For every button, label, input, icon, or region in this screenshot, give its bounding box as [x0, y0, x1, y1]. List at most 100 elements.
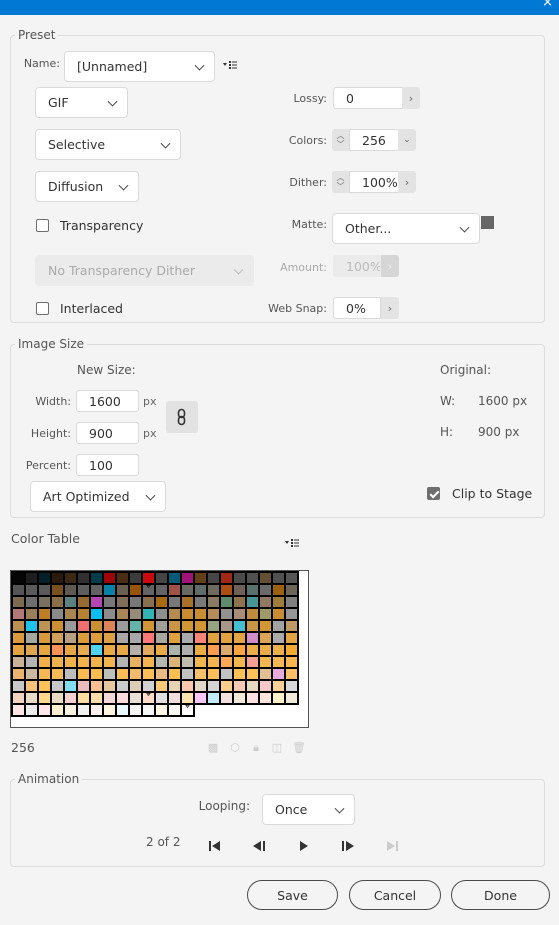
first-frame-button[interactable] — [207, 839, 223, 853]
percent-input[interactable]: 100 — [76, 454, 139, 476]
color-swatch-fill — [182, 645, 193, 655]
color-swatch-fill — [221, 645, 232, 655]
dither-slider-button[interactable]: › — [398, 171, 416, 193]
color-swatch-fill — [286, 585, 297, 595]
chevron-down-icon — [334, 803, 345, 814]
transparency-dither-select[interactable]: No Transparency Dither — [35, 255, 254, 286]
color-swatch-fill — [130, 573, 141, 583]
color-swatch-fill — [104, 669, 115, 679]
transparency-icon[interactable]: ▩ — [207, 742, 219, 754]
dither-stepper[interactable]: ︿ ﹀ — [332, 171, 349, 193]
chevron-down-icon — [233, 264, 244, 275]
height-input[interactable]: 900 — [76, 422, 139, 444]
color-swatch-fill — [195, 609, 206, 619]
save-button[interactable]: Save — [247, 880, 338, 910]
frame-counter: 2 of 2 — [146, 835, 181, 849]
color-swatch-fill — [91, 669, 102, 679]
web-safe-cube-icon[interactable]: ⬡ — [229, 742, 241, 754]
color-swatch-fill — [221, 609, 232, 619]
color-swatch-fill — [208, 645, 219, 655]
close-icon[interactable]: × — [542, 0, 553, 10]
color-swatch-fill — [78, 609, 89, 619]
clip-to-stage-checkbox[interactable] — [427, 487, 440, 500]
colors-stepper[interactable]: ︿ ﹀ — [332, 129, 349, 151]
format-select[interactable]: GIF — [35, 87, 128, 118]
cancel-button[interactable]: Cancel — [349, 880, 441, 910]
resample-value: Art Optimized — [43, 489, 130, 504]
dither-method-select[interactable]: Diffusion — [35, 171, 139, 202]
color-swatch-fill — [234, 657, 245, 667]
lossy-slider-button[interactable]: › — [402, 87, 420, 109]
constrain-proportions-button[interactable] — [166, 401, 198, 433]
last-frame-button[interactable] — [384, 839, 400, 853]
color-swatch-fill — [104, 609, 115, 619]
next-frame-button[interactable] — [340, 839, 356, 853]
color-swatch-fill — [286, 693, 297, 703]
color-swatch-fill — [195, 633, 206, 643]
color-swatch-fill — [260, 597, 271, 607]
resample-select[interactable]: Art Optimized — [30, 481, 166, 512]
color-swatch-fill — [273, 645, 284, 655]
color-swatch-fill — [195, 585, 206, 595]
color-swatch-fill — [143, 633, 154, 643]
color-swatch-fill — [260, 585, 271, 595]
new-color-icon[interactable]: ◫ — [271, 742, 283, 754]
preset-name-select[interactable]: [Unnamed] — [64, 51, 215, 82]
color-swatch-fill — [260, 573, 271, 583]
interlaced-checkbox[interactable] — [36, 302, 49, 315]
dither-input[interactable]: 100% — [349, 171, 399, 193]
color-swatch-fill — [260, 645, 271, 655]
color-swatch-fill — [117, 585, 128, 595]
delete-icon[interactable]: 🗑︎ — [292, 742, 306, 754]
colors-dropdown-button[interactable]: ⌄ — [398, 129, 416, 151]
width-label: Width: — [35, 395, 71, 408]
matte-color-swatch[interactable] — [481, 216, 494, 229]
color-swatch-fill — [13, 657, 24, 667]
palette-select[interactable]: Selective — [35, 129, 181, 160]
looping-select[interactable]: Once — [262, 794, 355, 825]
color-swatch-fill — [260, 681, 271, 691]
color-swatch-fill — [156, 705, 167, 715]
color-swatch-fill — [104, 693, 115, 703]
color-swatch-fill — [52, 597, 63, 607]
color-table-menu-icon[interactable] — [284, 538, 300, 548]
width-value: 1600 — [89, 393, 121, 409]
preset-menu-icon[interactable] — [222, 60, 238, 70]
amount-input[interactable]: 100% — [333, 255, 381, 277]
matte-select[interactable]: Other... — [332, 213, 480, 244]
color-swatch-fill — [286, 657, 297, 667]
previous-frame-button[interactable] — [251, 839, 267, 853]
color-swatch-fill — [182, 621, 193, 631]
color-swatch-fill — [117, 597, 128, 607]
amount-value: 100% — [346, 258, 381, 274]
transparency-checkbox[interactable] — [36, 219, 49, 232]
color-table-grid[interactable] — [10, 570, 309, 728]
color-swatch-fill — [26, 657, 37, 667]
color-swatch-fill — [65, 657, 76, 667]
color-swatch-fill — [208, 585, 219, 595]
color-swatch-fill — [208, 573, 219, 583]
amount-slider-button[interactable]: › — [381, 255, 399, 277]
color-swatch-fill — [169, 573, 180, 583]
lock-icon[interactable]: 🔒︎ — [250, 742, 262, 754]
height-unit: px — [143, 427, 157, 440]
colors-input[interactable]: 256 — [349, 129, 399, 151]
color-swatch[interactable] — [284, 691, 299, 705]
websnap-slider-button[interactable]: › — [381, 297, 399, 319]
done-button[interactable]: Done — [451, 880, 550, 910]
color-swatch-fill — [39, 693, 50, 703]
interlaced-label: Interlaced — [60, 301, 123, 316]
looping-value: Once — [275, 802, 308, 817]
color-swatch[interactable] — [180, 702, 195, 717]
palette-value: Selective — [48, 137, 106, 152]
color-swatch-fill — [221, 669, 232, 679]
color-table-title: Color Table — [11, 531, 80, 546]
lossy-input[interactable]: 0 — [333, 87, 403, 109]
play-button[interactable] — [296, 839, 312, 853]
amount-label: Amount: — [280, 261, 327, 274]
color-swatch-fill — [195, 597, 206, 607]
width-input[interactable]: 1600 — [76, 390, 139, 412]
color-swatch-fill — [286, 609, 297, 619]
websnap-input[interactable]: 0% — [333, 297, 381, 319]
color-swatch-fill — [104, 597, 115, 607]
